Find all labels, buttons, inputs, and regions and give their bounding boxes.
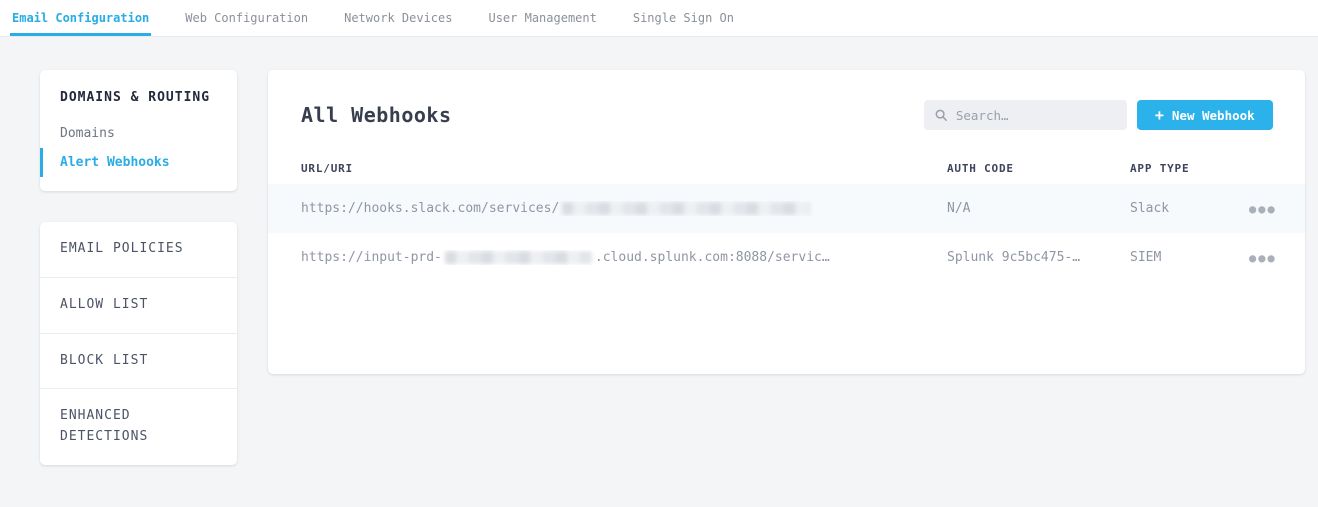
tab-user-management[interactable]: User Management — [486, 0, 598, 36]
auth-code-cell: N/A — [947, 201, 1130, 216]
row-actions-ellipsis-icon[interactable]: ●●● — [1249, 199, 1277, 219]
webhook-url-cell: https://input-prd- .cloud.splunk.com:808… — [301, 250, 947, 265]
table-row: https://hooks.slack.com/services/ N/A Sl… — [268, 184, 1305, 233]
tab-web-configuration[interactable]: Web Configuration — [183, 0, 310, 36]
redacted-blur — [562, 202, 810, 215]
tab-single-sign-on[interactable]: Single Sign On — [631, 0, 736, 36]
app-type-cell: Slack — [1130, 201, 1205, 216]
webhook-url-prefix: https://hooks.slack.com/services/ — [301, 201, 559, 216]
webhook-url-cell: https://hooks.slack.com/services/ — [301, 201, 947, 216]
search-box — [924, 100, 1127, 130]
table-row: https://input-prd- .cloud.splunk.com:808… — [268, 233, 1305, 282]
sidebar-item-allow-list[interactable]: ALLOW LIST — [40, 278, 237, 334]
webhooks-panel: All Webhooks + New Webhook URL/URI AU — [268, 70, 1305, 374]
sidebar-item-domains[interactable]: Domains — [40, 119, 237, 148]
new-webhook-button[interactable]: + New Webhook — [1137, 100, 1273, 130]
tab-email-configuration[interactable]: Email Configuration — [10, 0, 151, 36]
plus-icon: + — [1155, 108, 1164, 123]
app-type-cell: SIEM — [1130, 250, 1205, 265]
webhooks-table: URL/URI AUTH CODE APP TYPE https://hooks… — [268, 152, 1305, 282]
tab-network-devices[interactable]: Network Devices — [342, 0, 454, 36]
new-webhook-button-label: New Webhook — [1172, 108, 1255, 123]
sidebar-item-email-policies[interactable]: EMAIL POLICIES — [40, 222, 237, 278]
domains-routing-title: DOMAINS & ROUTING — [40, 90, 237, 105]
column-header-auth-code: AUTH CODE — [947, 162, 1130, 175]
auth-code-cell: Splunk 9c5bc475-… — [947, 250, 1130, 265]
column-header-url: URL/URI — [301, 162, 947, 175]
column-header-app-type: APP TYPE — [1130, 162, 1205, 175]
page-content: DOMAINS & ROUTING Domains Alert Webhooks… — [0, 37, 1318, 465]
redacted-blur — [445, 251, 592, 264]
webhooks-panel-header: All Webhooks + New Webhook — [268, 70, 1305, 130]
table-header-row: URL/URI AUTH CODE APP TYPE — [268, 152, 1305, 184]
sidebar-item-alert-webhooks[interactable]: Alert Webhooks — [40, 148, 237, 177]
page-title: All Webhooks — [301, 103, 452, 127]
search-input[interactable] — [956, 108, 1117, 123]
header-actions: + New Webhook — [924, 100, 1273, 130]
top-navigation: Email Configuration Web Configuration Ne… — [0, 0, 1318, 37]
sidebar-item-enhanced-detections[interactable]: ENHANCED DETECTIONS — [40, 389, 237, 465]
domains-routing-card: DOMAINS & ROUTING Domains Alert Webhooks — [40, 70, 237, 191]
sidebar: DOMAINS & ROUTING Domains Alert Webhooks… — [40, 70, 237, 465]
sidebar-item-block-list[interactable]: BLOCK LIST — [40, 334, 237, 390]
webhook-url-prefix: https://input-prd- — [301, 250, 442, 265]
row-actions-ellipsis-icon[interactable]: ●●● — [1249, 248, 1277, 268]
search-icon — [934, 108, 948, 122]
sidebar-sections-card: EMAIL POLICIES ALLOW LIST BLOCK LIST ENH… — [40, 222, 237, 465]
webhook-url-suffix: .cloud.splunk.com:8088/servic… — [595, 250, 830, 265]
